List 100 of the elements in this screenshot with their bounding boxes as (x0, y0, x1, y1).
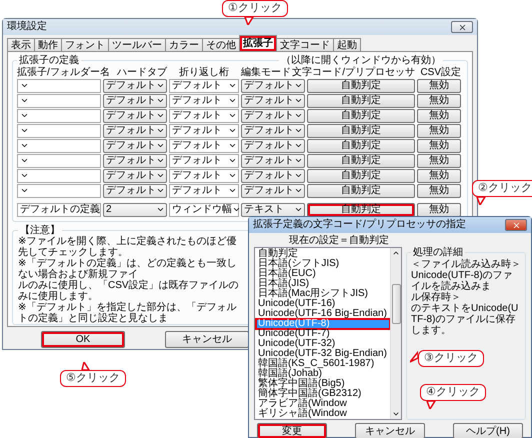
encoding-button[interactable]: 自動判定 (307, 184, 415, 198)
note-text: ※「デフォルト」を指定した部分は、「デフォルトの定義」と同じ設定と見なしま (18, 302, 238, 324)
encoding-button[interactable]: 自動判定 (307, 78, 415, 92)
dropdown[interactable]: デフォルト (169, 78, 239, 92)
list-item[interactable]: Unicode(UTF-16) (256, 299, 390, 309)
details-text: のテキストをUnicode(UTF-8)のファイルに保存します。 (411, 303, 520, 336)
csv-button[interactable]: 無効 (417, 108, 461, 122)
tab[interactable]: その他 (202, 38, 240, 51)
csv-button[interactable]: 無効 (417, 94, 461, 108)
tab[interactable]: 拡張子 (239, 35, 277, 51)
tab[interactable]: 表示 (7, 38, 35, 51)
list-item[interactable]: 繁体字中国語(Big5) (256, 379, 390, 389)
caret-icon (156, 205, 165, 214)
dropdown[interactable]: デフォルト (241, 168, 305, 182)
dropdown[interactable]: デフォルト (169, 154, 239, 168)
pointer-icon (426, 401, 436, 409)
csv-button[interactable]: 無効 (417, 138, 461, 152)
dropdown[interactable] (17, 124, 101, 138)
close-button[interactable] (505, 219, 527, 231)
dropdown[interactable]: 2 (103, 202, 167, 216)
list-item[interactable]: アラビア語(Window (256, 399, 390, 409)
scroll-down-icon (392, 410, 400, 418)
list-item[interactable]: 簡体字中国語(GB2312) (256, 389, 390, 399)
caret-icon (232, 205, 241, 214)
dropdown[interactable]: デフォルト (241, 184, 305, 198)
encoding-button[interactable]: 自動判定 (307, 202, 415, 216)
tab[interactable]: 文字コード (276, 38, 334, 51)
dropdown[interactable] (17, 184, 101, 198)
scroll-thumb[interactable] (392, 284, 400, 324)
encoding-button[interactable]: 自動判定 (307, 94, 415, 108)
csv-button[interactable]: 無効 (417, 124, 461, 138)
dialog-button[interactable]: キャンセル (355, 423, 425, 438)
dropdown[interactable] (17, 94, 101, 108)
list-item[interactable]: 韓国語(Johab) (256, 369, 390, 379)
dropdown[interactable]: デフォルト (169, 184, 239, 198)
list-item[interactable]: Unicode(UTF-16 Big-Endian) (256, 309, 390, 319)
dropdown[interactable]: ウィンドウ幅 (169, 202, 239, 216)
tab[interactable]: ツールバー (108, 38, 166, 51)
column-header: ハードタブ (117, 66, 167, 78)
dropdown[interactable] (17, 78, 101, 92)
csv-button[interactable]: 無効 (417, 78, 461, 92)
scrollbar[interactable] (390, 248, 401, 419)
details-title: 処理の詳細 (412, 247, 464, 258)
dropdown[interactable]: デフォルト (103, 154, 167, 168)
dropdown[interactable]: デフォルト (103, 138, 167, 152)
details-text: ＜ファイル読み込み時＞ (411, 259, 521, 270)
dropdown[interactable]: デフォルト (103, 184, 167, 198)
csv-button[interactable]: 無効 (417, 168, 461, 182)
dropdown[interactable]: デフォルト (103, 108, 167, 122)
list-item[interactable]: 日本語(JIS) (256, 279, 390, 289)
list-item[interactable]: Unicode(UTF-7) (256, 329, 390, 339)
dropdown[interactable] (17, 138, 101, 152)
dropdown[interactable]: デフォルト (169, 108, 239, 122)
encoding-button[interactable]: 自動判定 (307, 138, 415, 152)
list-item[interactable]: 日本語(シフトJIS) (256, 259, 390, 269)
list-item[interactable]: ギリシャ語(Window (256, 409, 390, 419)
list-item[interactable]: 日本語(EUC) (256, 269, 390, 279)
text-field[interactable]: デフォルトの定義 (17, 202, 101, 216)
dropdown[interactable]: デフォルト (103, 94, 167, 108)
dropdown[interactable]: デフォルト (241, 108, 305, 122)
dropdown[interactable]: デフォルト (241, 154, 305, 168)
pointer-icon (244, 17, 254, 25)
csv-button[interactable]: 無効 (417, 184, 461, 198)
csv-button[interactable]: 無効 (417, 202, 461, 216)
list-item[interactable]: Unicode(UTF-32) (256, 339, 390, 349)
list-item[interactable]: 韓国語(KS_C_5601-1987) (256, 359, 390, 369)
dropdown[interactable]: テキスト (241, 202, 305, 216)
tab[interactable]: フォント (61, 38, 109, 51)
dropdown[interactable]: デフォルト (103, 78, 167, 92)
tab[interactable]: カラー (165, 38, 203, 51)
tab[interactable]: 起動 (333, 38, 361, 51)
dialog-button[interactable]: OK (41, 331, 125, 348)
dropdown[interactable]: デフォルト (103, 124, 167, 138)
dropdown[interactable]: デフォルト (241, 124, 305, 138)
dropdown[interactable]: デフォルト (169, 138, 239, 152)
csv-button[interactable]: 無効 (417, 154, 461, 168)
close-button[interactable] (451, 21, 473, 33)
encoding-button[interactable]: 自動判定 (307, 124, 415, 138)
dropdown[interactable] (17, 168, 101, 182)
dropdown[interactable]: デフォルト (169, 94, 239, 108)
dropdown[interactable] (17, 108, 101, 122)
close-icon (458, 22, 466, 32)
dialog-button[interactable]: ヘルプ(H) (453, 423, 523, 438)
encoding-button[interactable]: 自動判定 (307, 154, 415, 168)
dropdown[interactable]: デフォルト (103, 168, 167, 182)
dropdown[interactable]: デフォルト (241, 78, 305, 92)
dropdown[interactable]: デフォルト (241, 94, 305, 108)
dialog-button[interactable]: 変更 (257, 423, 327, 438)
encoding-button[interactable]: 自動判定 (307, 108, 415, 122)
encoding-button[interactable]: 自動判定 (307, 168, 415, 182)
dropdown[interactable]: デフォルト (169, 124, 239, 138)
column-header: 文字コード/プリプロセッサ (292, 66, 415, 78)
details-text: Unicode(UTF-8)のファイルを読み込みま (411, 270, 514, 292)
list-item[interactable]: 日本語(Mac用シフトJIS) (256, 289, 390, 299)
dialog-button[interactable]: キャンセル (165, 331, 249, 348)
dropdown[interactable]: デフォルト (241, 138, 305, 152)
tab[interactable]: 動作 (34, 38, 62, 51)
list-item[interactable]: Unicode(UTF-32 Big-Endian) (256, 349, 390, 359)
dropdown[interactable] (17, 154, 101, 168)
dropdown[interactable]: デフォルト (169, 168, 239, 182)
